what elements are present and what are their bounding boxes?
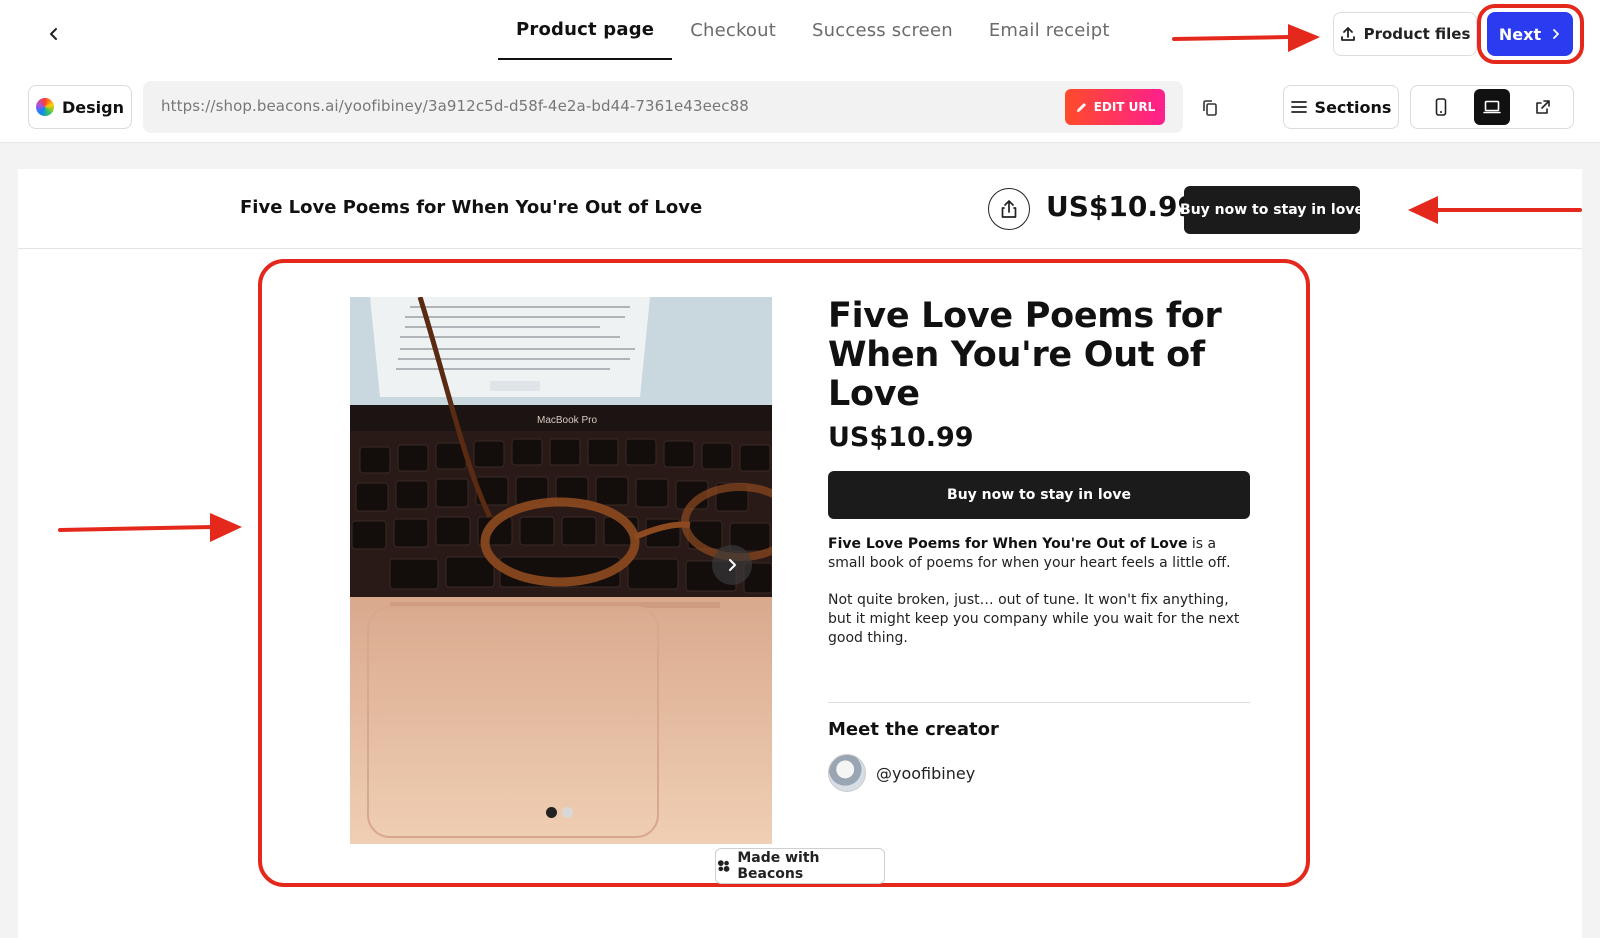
design-button[interactable]: Design (28, 85, 132, 129)
made-with-beacons-badge[interactable]: Made with Beacons (715, 848, 885, 884)
sticky-buy-button[interactable]: Buy now to stay in love (1180, 186, 1364, 234)
design-label: Design (62, 97, 124, 117)
sections-button[interactable]: Sections (1283, 85, 1399, 129)
back-button[interactable] (40, 20, 68, 48)
edit-url-label: EDIT URL (1093, 100, 1156, 114)
divider (828, 702, 1250, 703)
annotation-arrow-left (1408, 196, 1582, 224)
carousel-dots (546, 807, 573, 818)
sticky-price: US$10.99 (1046, 190, 1197, 223)
product-image-carousel[interactable]: MacBook Pro (350, 297, 772, 844)
sticky-product-title: Five Love Poems for When You're Out of L… (240, 197, 703, 218)
creator-handle: @yoofibiney (876, 763, 976, 783)
product-files-button[interactable]: Product files (1333, 12, 1477, 56)
product-page-preview: Five Love Poems for When You're Out of L… (18, 169, 1582, 938)
device-view-toggle (1410, 85, 1574, 129)
tab-product-page[interactable]: Product page (498, 0, 673, 60)
pencil-icon (1076, 102, 1086, 112)
beacons-logo-icon (717, 860, 730, 872)
color-wheel-icon (36, 98, 54, 116)
avatar (828, 754, 866, 792)
menu-icon (1290, 101, 1307, 113)
product-title: Five Love Poems for When You're Out of L… (828, 296, 1222, 414)
tab-email-receipt[interactable]: Email receipt (971, 0, 1128, 60)
desktop-view-button[interactable] (1473, 89, 1510, 125)
edit-url-button[interactable]: EDIT URL (1065, 89, 1165, 125)
product-description-2: Not quite broken, just… out of tune. It … (828, 592, 1240, 646)
product-photo: MacBook Pro (350, 297, 772, 844)
chevron-right-icon (1553, 29, 1560, 39)
laptop-brand-label: MacBook Pro (537, 415, 597, 426)
next-label: Next (1498, 24, 1542, 44)
url-bar: https://shop.beacons.ai/yoofibiney/3a912… (143, 81, 1183, 133)
buy-now-button[interactable]: Buy now to stay in love (828, 471, 1250, 519)
meet-creator-heading: Meet the creator (828, 719, 999, 740)
tab-success-screen[interactable]: Success screen (794, 0, 971, 60)
upload-icon (1340, 27, 1355, 41)
share-icon (1001, 200, 1017, 218)
product-price: US$10.99 (828, 422, 974, 453)
share-button[interactable] (988, 188, 1030, 230)
product-description: Five Love Poems for When You're Out of L… (828, 535, 1250, 573)
chevron-left-icon (50, 28, 57, 40)
carousel-dot-1[interactable] (546, 807, 557, 818)
next-button[interactable]: Next (1487, 12, 1573, 56)
copy-icon (1203, 100, 1217, 116)
url-text[interactable]: https://shop.beacons.ai/yoofibiney/3a912… (161, 97, 749, 115)
product-details: Five Love Poems for When You're Out of L… (828, 297, 1250, 792)
external-link-icon (1536, 100, 1551, 114)
description-product-name: Five Love Poems for When You're Out of L… (828, 536, 1188, 552)
annotation-arrow-right (1172, 24, 1320, 52)
sticky-buy-bar: Five Love Poems for When You're Out of L… (18, 169, 1582, 249)
carousel-dot-2[interactable] (562, 807, 573, 818)
creator-profile-link[interactable]: @yoofibiney (828, 754, 1250, 792)
sections-label: Sections (1314, 97, 1392, 117)
laptop-icon (1483, 100, 1501, 114)
editor-topbar: Product page Checkout Success screen Ema… (0, 0, 1600, 143)
chevron-right-icon (729, 559, 736, 571)
carousel-next-button[interactable] (712, 545, 752, 585)
annotation-arrow-right (58, 513, 242, 542)
copy-url-button[interactable] (1196, 94, 1224, 122)
open-external-button[interactable] (1525, 89, 1561, 125)
mobile-view-button[interactable] (1423, 89, 1459, 125)
mobile-icon (1435, 98, 1446, 116)
tab-checkout[interactable]: Checkout (672, 0, 794, 60)
made-with-label: Made with Beacons (737, 850, 820, 882)
product-files-label: Product files (1363, 25, 1471, 43)
editor-tabs: Product page Checkout Success screen Ema… (498, 0, 1128, 60)
